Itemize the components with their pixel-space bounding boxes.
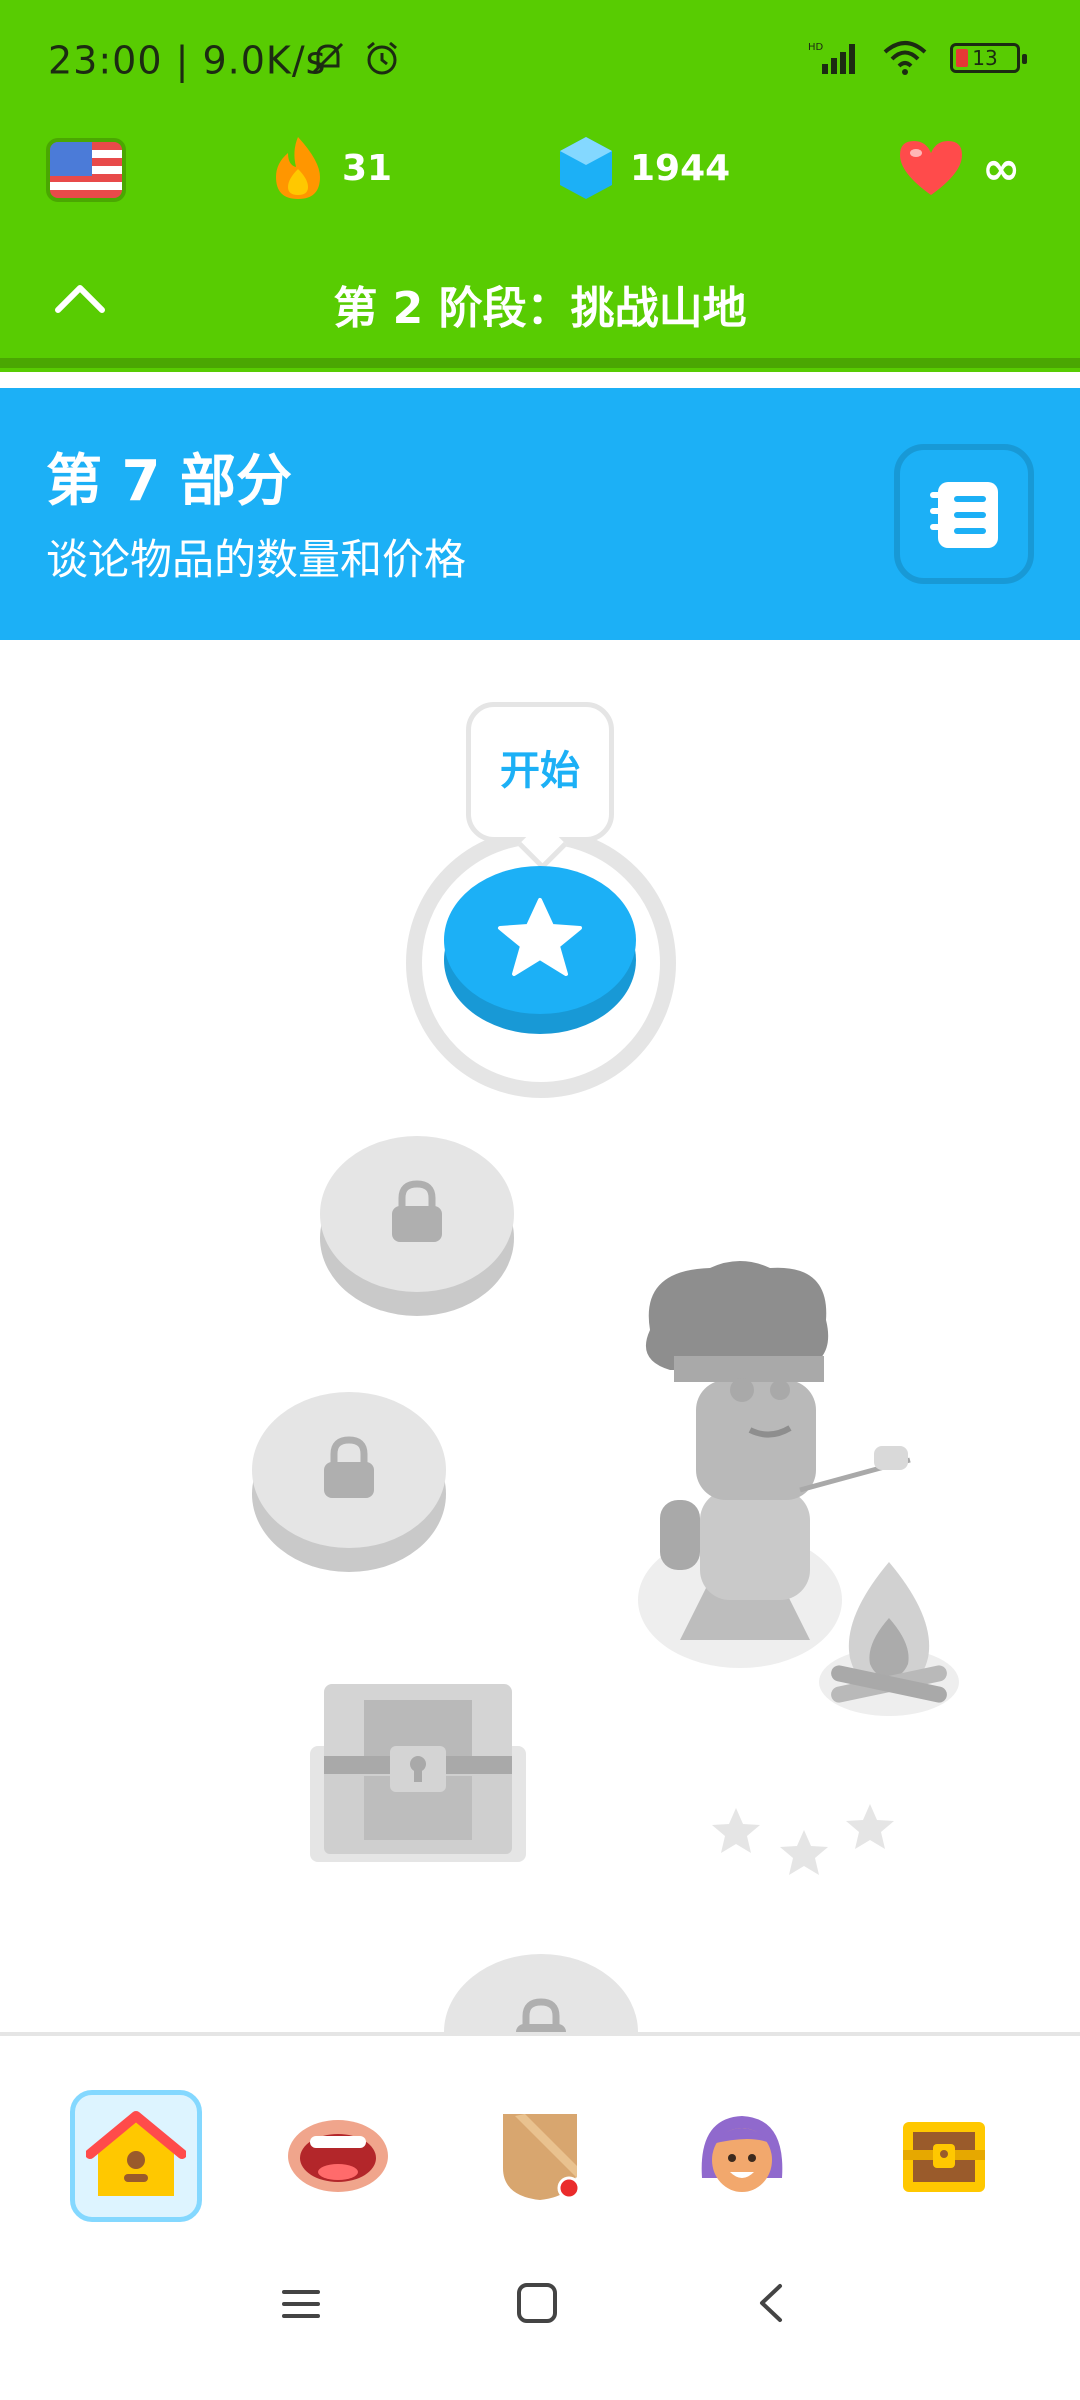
stage-title: 第 2 阶段：挑战山地 (333, 283, 747, 334)
recent-apps-icon[interactable] (278, 2284, 324, 2324)
gem-icon (560, 137, 612, 199)
stats-bar: 31 1944 ∞ (0, 128, 1080, 218)
hd-label: HD (808, 42, 824, 53)
gem-count: 1944 (630, 147, 731, 189)
lock-icon (324, 1436, 374, 1498)
status-left: 23:00 | 9.0K/s (48, 38, 327, 83)
back-icon[interactable] (750, 2280, 790, 2326)
start-lesson-button[interactable] (444, 862, 636, 1038)
stars-decoration (712, 1804, 894, 1875)
locked-lesson-node[interactable] (320, 1136, 514, 1316)
hearts-count: ∞ (982, 141, 1021, 195)
header-shadow (0, 358, 1080, 368)
bottom-nav (0, 2036, 1080, 2232)
unit-title: 第 7 部分 (46, 449, 292, 514)
lesson-star-node (444, 866, 636, 1034)
status-right: HD 13 (808, 40, 1027, 76)
home-system-icon[interactable] (514, 2280, 560, 2326)
guidebook-icon (930, 482, 998, 548)
nav-home[interactable] (70, 2090, 202, 2222)
system-nav-bar (0, 2232, 1080, 2400)
clock-text: 23:00 (48, 38, 163, 83)
league-shield-icon (503, 2114, 581, 2200)
cellular-signal-icon: HD (808, 42, 855, 74)
start-tooltip: 开始 (466, 702, 614, 842)
locked-chest-icon[interactable] (310, 1680, 526, 1862)
streak-stat[interactable]: 31 (270, 128, 392, 208)
battery-level: 13 (972, 46, 998, 70)
guidebook-button[interactable] (894, 444, 1034, 584)
gems-stat[interactable]: 1944 (558, 128, 730, 208)
nav-league[interactable] (474, 2090, 606, 2222)
start-label: 开始 (500, 748, 580, 794)
campfire-icon (819, 1562, 959, 1716)
locked-lesson-node[interactable] (252, 1392, 446, 1572)
stage-bar[interactable]: 第 2 阶段：挑战山地 (0, 258, 1080, 338)
status-icons (308, 38, 402, 78)
flame-icon (276, 137, 320, 199)
battery-indicator: 13 (950, 43, 1027, 73)
unit-subtitle: 谈论物品的数量和价格 (46, 535, 467, 584)
locked-lesson-node[interactable] (444, 1954, 638, 2036)
speaking-mouth-icon (288, 2120, 388, 2192)
top-header: 23:00 | 9.0K/s HD 13 31 1944 ∞ 第 2 阶段：挑战… (0, 0, 1080, 372)
us-flag-icon[interactable] (46, 138, 126, 202)
profile-avatar-icon (701, 2116, 783, 2192)
alarm-icon (367, 41, 397, 75)
status-bar: 23:00 | 9.0K/s HD 13 (0, 0, 1080, 120)
heart-icon (900, 141, 962, 195)
mute-notification-icon (312, 42, 344, 74)
nav-shop[interactable] (878, 2090, 1010, 2222)
treasure-chest-icon (903, 2122, 985, 2192)
nav-profile[interactable] (676, 2090, 808, 2222)
streak-count: 31 (342, 147, 393, 189)
nav-speaking[interactable] (272, 2090, 404, 2222)
lock-icon (516, 1998, 566, 2036)
hearts-stat[interactable]: ∞ (896, 128, 1020, 208)
home-icon (86, 2111, 186, 2196)
unit-header: 第 7 部分 谈论物品的数量和价格 (0, 388, 1080, 640)
wifi-icon (883, 41, 927, 75)
lock-icon (392, 1180, 442, 1242)
learning-path: 开始 (0, 640, 1080, 2036)
